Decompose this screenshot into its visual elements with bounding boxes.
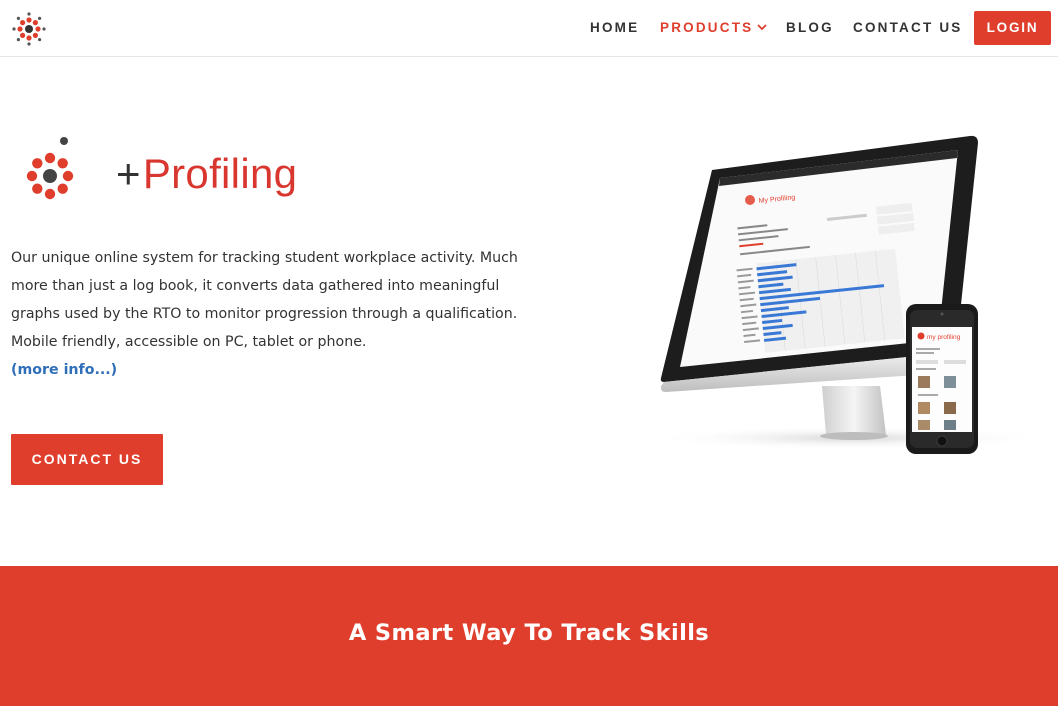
brand-wordmark: +Profiling bbox=[116, 150, 297, 198]
nav-blog[interactable]: BLOG bbox=[786, 20, 834, 35]
brand-name: Profiling bbox=[142, 150, 298, 197]
devices-illustration: My Profiling my profiling bbox=[650, 135, 1050, 454]
nav-contact-us[interactable]: CONTACT US bbox=[853, 20, 963, 35]
site-header: HOME PRODUCTS BLOG CONTACT US LOGIN bbox=[0, 0, 1058, 57]
nav-products-label: PRODUCTS bbox=[660, 20, 754, 35]
banner-title: A Smart Way To Track Skills bbox=[348, 620, 710, 646]
site-logo-icon[interactable] bbox=[12, 12, 46, 46]
brand-plus: + bbox=[116, 150, 141, 197]
chevron-down-icon bbox=[757, 24, 767, 31]
nav-products[interactable]: PRODUCTS bbox=[660, 20, 767, 35]
more-info-link[interactable]: (more info...) bbox=[11, 356, 117, 384]
profiling-logo-icon bbox=[26, 137, 74, 200]
nav-home[interactable]: HOME bbox=[590, 20, 639, 35]
hero-description: Our unique online system for tracking st… bbox=[11, 250, 518, 350]
phone-app-title: my profiling bbox=[927, 334, 961, 341]
login-button[interactable]: LOGIN bbox=[974, 11, 1051, 45]
contact-us-button[interactable]: CONTACT US bbox=[11, 434, 163, 485]
